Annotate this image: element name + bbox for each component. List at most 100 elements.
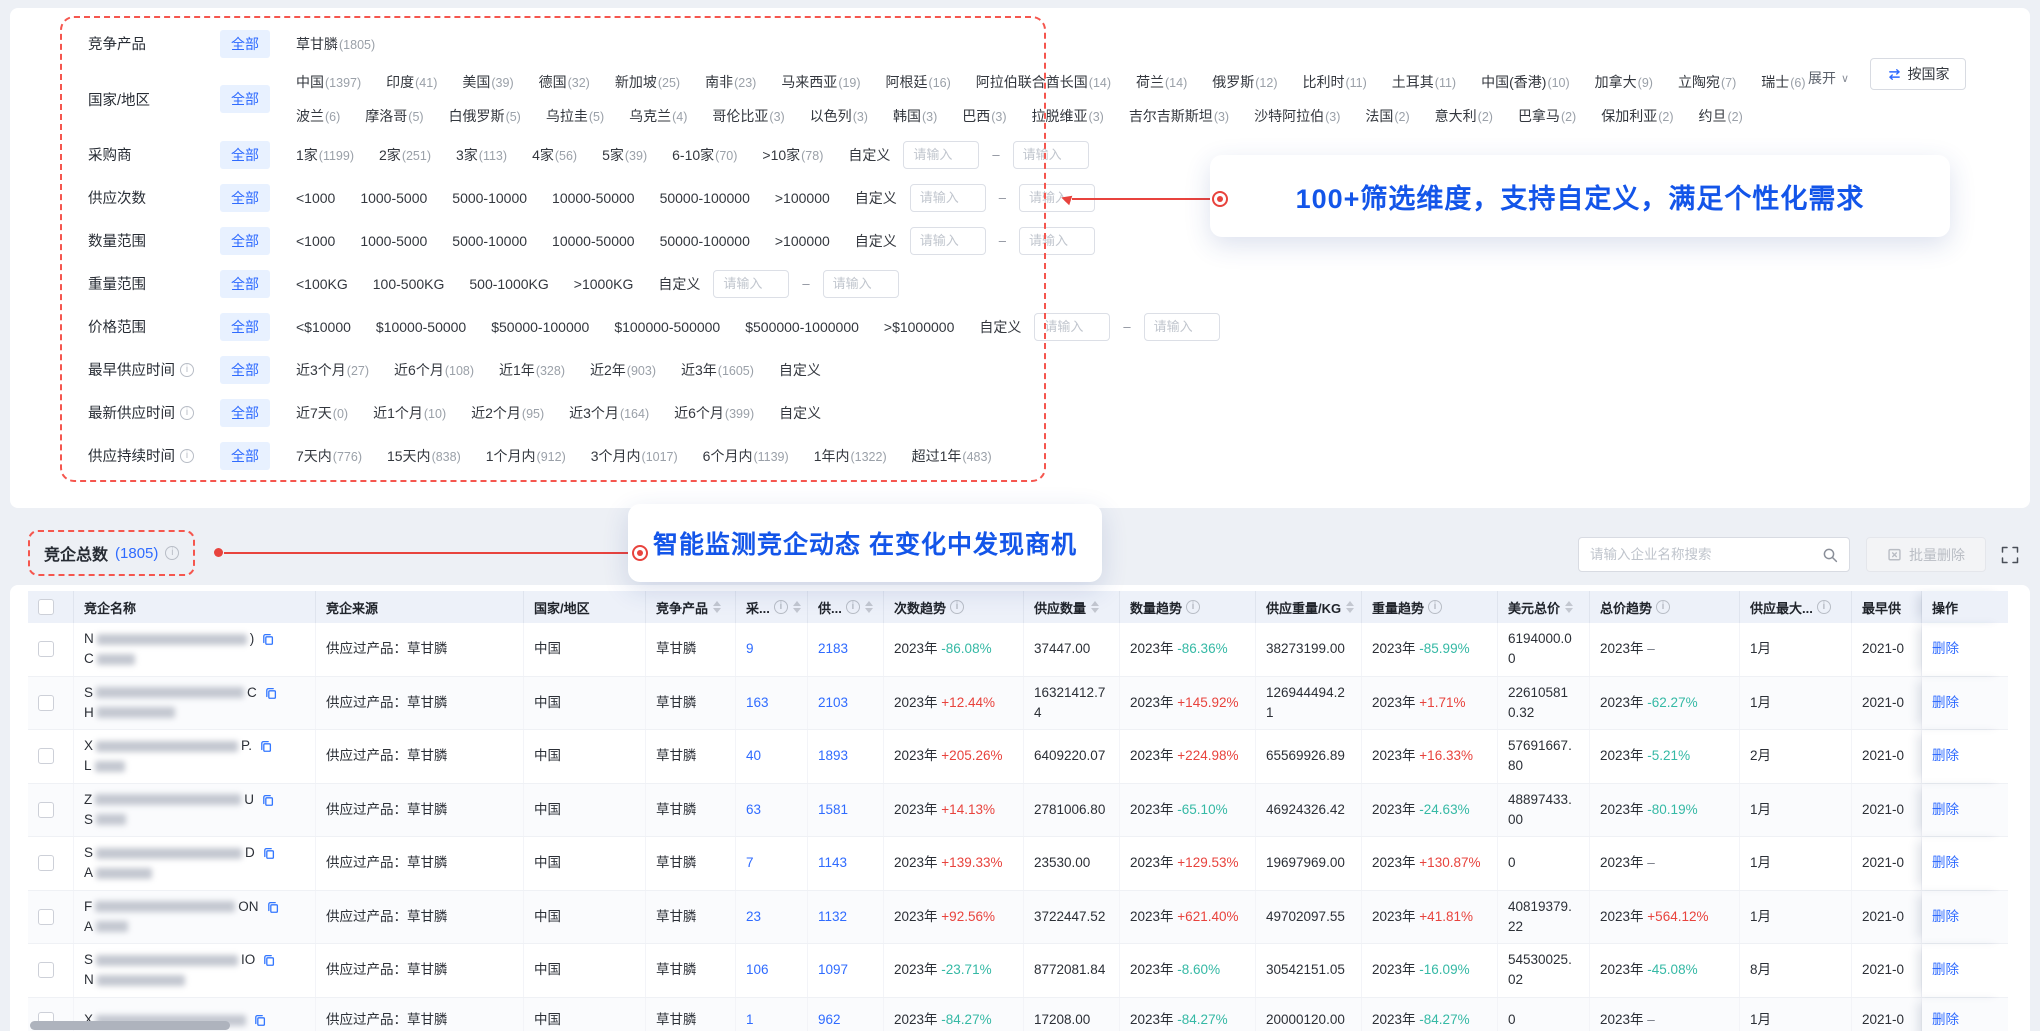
delete-link[interactable]: 删除 [1932, 693, 1996, 713]
filter-option[interactable]: >$1000000 [884, 319, 954, 335]
filter-option[interactable]: >10家(78) [762, 145, 823, 165]
filter-min-input[interactable] [713, 270, 789, 298]
filter-option[interactable]: 1个月内(912) [486, 446, 566, 466]
row-checkbox[interactable] [38, 695, 54, 711]
delete-link[interactable]: 删除 [1932, 853, 1996, 873]
column-header-11[interactable]: 美元总价 [1498, 591, 1590, 623]
copy-icon[interactable] [253, 1013, 267, 1027]
horizontal-scrollbar[interactable] [30, 1021, 230, 1030]
filter-option[interactable]: 荷兰(14) [1136, 72, 1187, 92]
custom-option[interactable]: 自定义 [855, 231, 897, 251]
filter-min-input[interactable] [910, 184, 986, 212]
filter-option[interactable]: 近2年(903) [590, 360, 656, 380]
filter-option[interactable]: 3个月内(1017) [591, 446, 678, 466]
column-header-7[interactable]: 供应数量 [1024, 591, 1120, 623]
filter-min-input[interactable] [903, 141, 979, 169]
filter-option[interactable]: 超过1年(483) [912, 446, 992, 466]
filter-max-input[interactable] [823, 270, 899, 298]
filter-min-input[interactable] [910, 227, 986, 255]
filter-all-chip[interactable]: 全部 [220, 442, 270, 470]
by-country-button[interactable]: 按国家 [1870, 58, 1966, 90]
filter-option[interactable]: 德国(32) [539, 72, 590, 92]
filter-option[interactable]: 近3个月(164) [569, 403, 649, 423]
filter-option[interactable]: 5家(39) [602, 145, 647, 165]
filter-all-chip[interactable]: 全部 [220, 30, 270, 58]
filter-option[interactable]: $50000-100000 [491, 319, 589, 335]
fullscreen-icon[interactable] [2000, 545, 2020, 565]
filter-option[interactable]: 近6个月(399) [674, 403, 754, 423]
filter-option[interactable]: 近3年(1605) [681, 360, 754, 380]
filter-option[interactable]: 沙特阿拉伯(3) [1254, 106, 1340, 126]
filter-option[interactable]: 1年内(1322) [814, 446, 887, 466]
filter-option[interactable]: 10000-50000 [552, 190, 635, 206]
filter-option[interactable]: 乌拉圭(5) [546, 106, 604, 126]
copy-icon[interactable] [261, 793, 275, 807]
filter-option[interactable]: 法国(2) [1365, 106, 1409, 126]
filter-option[interactable]: 6个月内(1139) [703, 446, 789, 466]
delete-link[interactable]: 删除 [1932, 1010, 1996, 1030]
filter-option[interactable]: 中国(1397) [296, 72, 361, 92]
filter-option[interactable]: 5000-10000 [452, 190, 527, 206]
filter-option[interactable]: $500000-1000000 [745, 319, 859, 335]
copy-icon[interactable] [259, 739, 273, 753]
column-header-5[interactable]: 供...i [808, 591, 884, 623]
column-header-9[interactable]: 供应重量/KG [1256, 591, 1362, 623]
filter-option[interactable]: 吉尔吉斯斯坦(3) [1129, 106, 1229, 126]
filter-option[interactable]: 比利时(11) [1302, 72, 1366, 92]
filter-option[interactable]: 马来西亚(19) [781, 72, 860, 92]
filter-option[interactable]: 500-1000KG [469, 276, 548, 292]
filter-option[interactable]: 乌克兰(4) [629, 106, 687, 126]
expand-toggle[interactable]: 展开 ∨ [1808, 68, 1849, 88]
sort-icon[interactable] [1565, 601, 1573, 613]
filter-option[interactable]: <1000 [296, 190, 335, 206]
sort-icon[interactable] [793, 601, 801, 613]
row-checkbox[interactable] [38, 641, 54, 657]
filter-option[interactable]: 美国(39) [462, 72, 513, 92]
copy-icon[interactable] [266, 900, 280, 914]
filter-option[interactable]: 近7天(0) [296, 403, 348, 423]
filter-all-chip[interactable]: 全部 [220, 85, 270, 113]
filter-all-chip[interactable]: 全部 [220, 399, 270, 427]
filter-option[interactable]: 意大利(2) [1435, 106, 1493, 126]
filter-option[interactable]: 4家(56) [532, 145, 577, 165]
filter-option[interactable]: <$10000 [296, 319, 351, 335]
filter-option[interactable]: 7天内(776) [296, 446, 362, 466]
filter-option[interactable]: 保加利亚(2) [1601, 106, 1673, 126]
row-checkbox[interactable] [38, 909, 54, 925]
delete-link[interactable]: 删除 [1932, 907, 1996, 927]
filter-option[interactable]: 约旦(2) [1699, 106, 1743, 126]
row-checkbox[interactable] [38, 802, 54, 818]
filter-option[interactable]: 南非(23) [705, 72, 756, 92]
sort-icon[interactable] [713, 601, 721, 613]
filter-option[interactable]: 50000-100000 [660, 233, 750, 249]
copy-icon[interactable] [262, 846, 276, 860]
filter-option[interactable]: 近1个月(10) [373, 403, 446, 423]
custom-option[interactable]: 自定义 [848, 145, 890, 165]
filter-option[interactable]: >100000 [775, 190, 830, 206]
filter-all-chip[interactable]: 全部 [220, 184, 270, 212]
filter-option[interactable]: $100000-500000 [614, 319, 720, 335]
filter-option[interactable]: 立陶宛(7) [1678, 72, 1736, 92]
copy-icon[interactable] [264, 686, 278, 700]
filter-option[interactable]: 2家(251) [379, 145, 431, 165]
filter-option[interactable]: 1000-5000 [360, 190, 427, 206]
custom-option[interactable]: 自定义 [779, 360, 821, 380]
filter-all-chip[interactable]: 全部 [220, 356, 270, 384]
filter-all-chip[interactable]: 全部 [220, 313, 270, 341]
sort-icon[interactable] [1346, 601, 1354, 613]
select-all-checkbox[interactable] [38, 599, 54, 615]
column-header-4[interactable]: 采...i [736, 591, 808, 623]
filter-max-input[interactable] [1144, 313, 1220, 341]
filter-option[interactable]: <100KG [296, 276, 348, 292]
filter-option[interactable]: <1000 [296, 233, 335, 249]
row-checkbox[interactable] [38, 855, 54, 871]
filter-option[interactable]: 阿拉伯联合酋长国(14) [976, 72, 1111, 92]
filter-all-chip[interactable]: 全部 [220, 141, 270, 169]
custom-option[interactable]: 自定义 [855, 188, 897, 208]
filter-option[interactable]: 加拿大(9) [1595, 72, 1653, 92]
filter-option[interactable]: 以色列(3) [810, 106, 868, 126]
delete-link[interactable]: 删除 [1932, 800, 1996, 820]
column-header-3[interactable]: 竞争产品 [646, 591, 736, 623]
delete-link[interactable]: 删除 [1932, 639, 1996, 659]
filter-option[interactable]: 白俄罗斯(5) [449, 106, 521, 126]
